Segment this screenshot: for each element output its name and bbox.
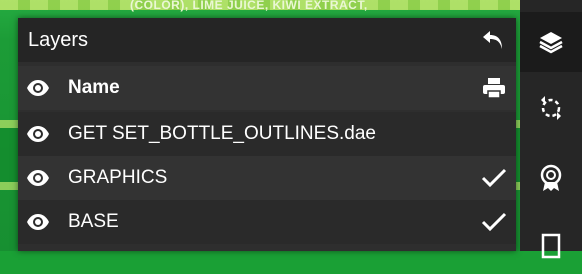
- rotate-sphere-icon: [541, 96, 561, 120]
- visibility-all-toggle[interactable]: [26, 79, 50, 97]
- layers-header-row: Name: [18, 66, 516, 110]
- eye-icon: [27, 214, 49, 230]
- layers-panel-title: Layers: [28, 28, 89, 51]
- layer-name: BASE: [68, 211, 119, 232]
- layer-visibility-toggle[interactable]: [26, 125, 50, 143]
- frame-tool-button[interactable]: [520, 214, 582, 274]
- layer-select-check[interactable]: [480, 208, 508, 236]
- undo-arrow-icon: [483, 31, 502, 49]
- layer-row[interactable]: GRAPHICS: [18, 156, 516, 200]
- rotate-view-button[interactable]: [520, 78, 582, 138]
- layer-name: GET SET_BOTTLE_OUTLINES.dae: [68, 123, 376, 144]
- layers-panel-header: Layers: [18, 18, 516, 62]
- layer-row[interactable]: BASE: [18, 200, 516, 244]
- layers-tool-button[interactable]: [520, 12, 582, 72]
- layer-visibility-toggle[interactable]: [26, 169, 50, 187]
- layer-name: GRAPHICS: [68, 167, 168, 188]
- printer-icon: [483, 78, 505, 99]
- layer-visibility-toggle[interactable]: [26, 213, 50, 231]
- checkmark-icon: [481, 212, 507, 232]
- right-toolbar: [520, 0, 582, 259]
- layers-stack-icon: [539, 32, 563, 54]
- badge-icon: [540, 164, 562, 191]
- eye-icon: [27, 170, 49, 186]
- frame-icon: [541, 233, 561, 259]
- layer-row[interactable]: GET SET_BOTTLE_OUTLINES.dae: [18, 112, 516, 156]
- artwork-ingredients-text: (COLOR), LIME JUICE, KIWI EXTRACT,: [130, 0, 368, 12]
- checkmark-icon: [481, 168, 507, 188]
- back-button[interactable]: [480, 27, 506, 53]
- print-button[interactable]: [480, 74, 508, 102]
- eye-icon: [27, 126, 49, 142]
- column-name-label: Name: [68, 77, 120, 98]
- badge-tool-button[interactable]: [520, 148, 582, 208]
- eye-icon: [27, 80, 49, 96]
- layer-select-check[interactable]: [480, 164, 508, 192]
- layers-panel: Layers Name GET SET_BOTTLE_OUTLINES.dae …: [18, 18, 516, 251]
